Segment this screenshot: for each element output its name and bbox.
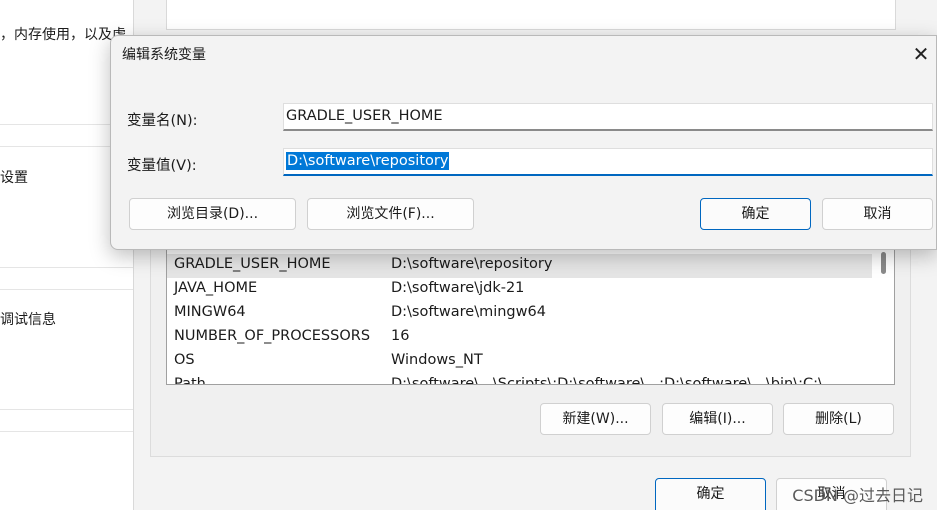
table-row[interactable]: MINGW64 D:\software\mingw64 xyxy=(167,302,873,326)
variable-value: D:\software\jdk-21 xyxy=(391,280,525,296)
ok-button[interactable]: 确定 xyxy=(700,198,811,230)
new-variable-button[interactable]: 新建(W)... xyxy=(540,403,651,435)
watermark: CSDN @过去日记 xyxy=(792,486,923,505)
variable-name: NUMBER_OF_PROCESSORS xyxy=(174,328,371,344)
variable-value: 16 xyxy=(391,328,410,344)
system-variables-list[interactable]: ORMPROJECT GRADLE_USER_HOME D:\software\… xyxy=(166,243,895,385)
cancel-button[interactable]: 取消 xyxy=(822,198,933,230)
section-divider xyxy=(0,409,133,410)
section-divider xyxy=(0,431,133,432)
edit-variable-button[interactable]: 编辑(I)... xyxy=(662,403,773,435)
table-row-selected[interactable]: GRADLE_USER_HOME D:\software\repository xyxy=(167,254,873,278)
table-row[interactable]: JAVA_HOME D:\software\jdk-21 xyxy=(167,278,873,302)
variable-value: D:\software\mingw64 xyxy=(391,304,546,320)
scrollbar-thumb[interactable] xyxy=(881,252,886,274)
close-icon[interactable]: ✕ xyxy=(906,39,936,69)
variable-value: Windows_NT xyxy=(391,352,483,368)
performance-description-text: ，内存使用，以及虚 xyxy=(0,27,126,43)
variable-name: JAVA_HOME xyxy=(174,280,258,296)
variable-name: Path xyxy=(174,376,206,385)
variable-name-input[interactable]: GRADLE_USER_HOME xyxy=(283,103,933,131)
variable-name: GRADLE_USER_HOME xyxy=(174,256,331,272)
edit-system-variable-dialog: 编辑系统变量 ✕ 变量名(N): GRADLE_USER_HOME 变量值(V)… xyxy=(110,35,937,250)
variable-name: OS xyxy=(174,352,195,368)
user-variables-list[interactable] xyxy=(166,0,896,30)
dialog-title: 编辑系统变量 xyxy=(122,47,206,63)
variable-value-label: 变量值(V): xyxy=(127,158,197,174)
debug-info-label: 调试信息 xyxy=(0,312,56,328)
browse-file-button[interactable]: 浏览文件(F)... xyxy=(307,198,474,230)
env-ok-button[interactable]: 确定 xyxy=(655,478,766,510)
table-row[interactable]: NUMBER_OF_PROCESSORS 16 xyxy=(167,326,873,350)
variable-name: MINGW64 xyxy=(174,304,246,320)
settings-label: 设置 xyxy=(0,170,28,186)
section-divider xyxy=(0,289,133,290)
variable-value: D:\software\...\Scripts\;D:\software\...… xyxy=(391,376,823,385)
variable-value: D:\software\repository xyxy=(391,256,553,272)
list-scrollbar[interactable] xyxy=(872,244,894,384)
variable-value-input[interactable]: D:\software\repository xyxy=(283,148,933,176)
section-divider xyxy=(0,267,133,268)
table-row[interactable]: OS Windows_NT xyxy=(167,350,873,374)
table-row[interactable]: Path D:\software\...\Scripts\;D:\softwar… xyxy=(167,374,873,385)
delete-variable-button[interactable]: 删除(L) xyxy=(783,403,894,435)
variable-name-label: 变量名(N): xyxy=(127,113,198,129)
selected-value-text: D:\software\repository xyxy=(286,152,450,170)
browse-directory-button[interactable]: 浏览目录(D)... xyxy=(129,198,296,230)
